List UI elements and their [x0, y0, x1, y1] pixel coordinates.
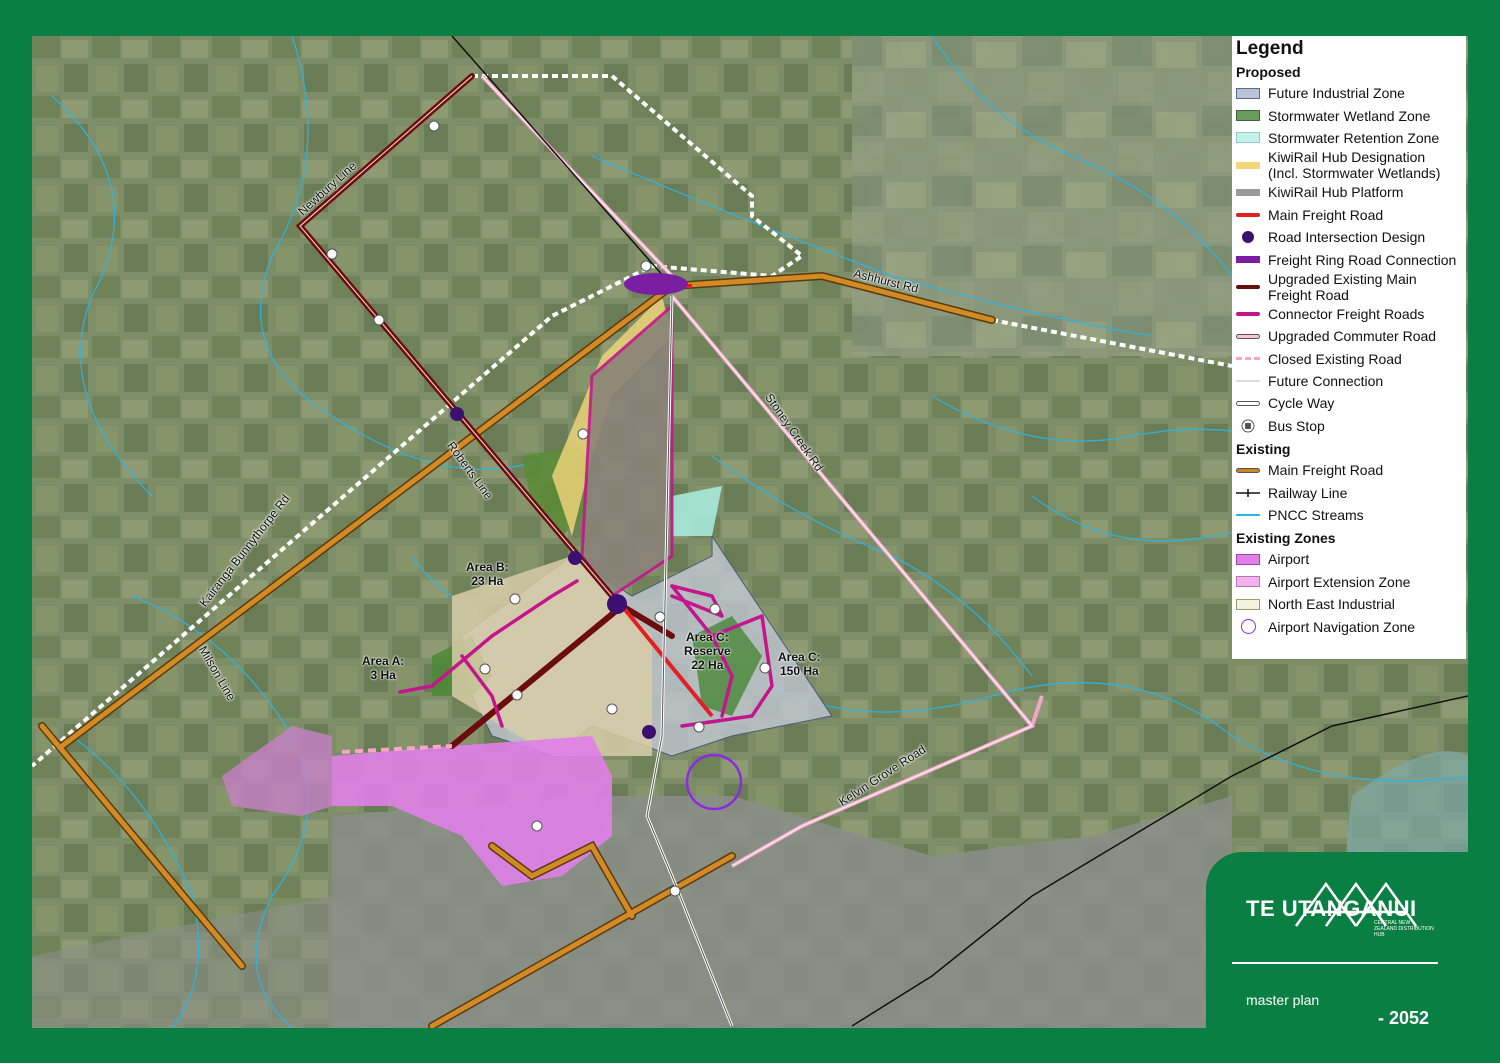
legend-item-label: Main Freight Road	[1268, 462, 1384, 479]
road-intersection-3	[607, 594, 627, 614]
legend-item-freight-ring-road-connection: Freight Ring Road Connection	[1236, 248, 1462, 270]
legend-item-label: Upgraded Commuter Road	[1268, 328, 1437, 345]
legend-item-label: Closed Existing Road	[1268, 350, 1402, 367]
area-c-reserve-label: Area C: Reserve 22 Ha	[684, 630, 731, 672]
existing-zones-legend-list: Airport Airport Extension Zone North East …	[1236, 548, 1462, 638]
freight-ring-road-connection	[624, 273, 688, 295]
legend-swatch-icon	[1236, 309, 1260, 319]
legend-item-bus-stop: Bus Stop	[1236, 415, 1462, 437]
legend-item-label: KiwiRail Hub Platform	[1268, 184, 1404, 201]
legend-swatch-icon	[1236, 210, 1260, 220]
legend-swatch-icon	[1236, 282, 1260, 292]
legend-swatch-icon	[1236, 465, 1260, 475]
road-intersection-2	[568, 551, 582, 565]
legend-item-label: KiwiRail Hub Designation (Incl. Stormwat…	[1268, 149, 1441, 182]
legend-item-pncc-streams: PNCC Streams	[1236, 504, 1462, 526]
legend-item-road-intersection-design: Road Intersection Design	[1236, 226, 1462, 248]
legend-item-label: Main Freight Road	[1268, 206, 1384, 223]
legend-item-closed-existing-road: Closed Existing Road	[1236, 348, 1462, 370]
legend-swatch-icon	[1236, 598, 1260, 610]
haze-overlay	[852, 36, 1232, 356]
legend-item-label: Airport Navigation Zone	[1268, 618, 1416, 635]
legend-item-label: Airport Extension Zone	[1268, 573, 1411, 590]
legend-item-label: Railway Line	[1268, 484, 1348, 501]
legend-swatch-icon	[1236, 160, 1260, 170]
legend-item-connector-freight-roads: Connector Freight Roads	[1236, 303, 1462, 325]
legend-item-upgraded-existing-main-freight-road: Upgraded Existing Main Freight Road	[1236, 271, 1462, 303]
legend-swatch-icon	[1236, 110, 1260, 122]
legend-item-future-industrial-zone: Future Industrial Zone	[1236, 82, 1462, 104]
road-intersection-4	[642, 725, 656, 739]
brand-subtitle: master plan	[1246, 992, 1320, 1008]
brand-divider	[1232, 962, 1438, 964]
legend-swatch-icon	[1236, 376, 1260, 386]
legend-item-stormwater-retention-zone: Stormwater Retention Zone	[1236, 127, 1462, 149]
legend-item-label: Stormwater Wetland Zone	[1268, 107, 1431, 124]
legend-item-label: Road Intersection Design	[1268, 229, 1426, 246]
brand-logo-text: TE UTANGANUI	[1246, 896, 1417, 921]
legend-item-label: Bus Stop	[1268, 417, 1325, 434]
legend-item-label: Future Connection	[1268, 373, 1384, 390]
legend-swatch-icon	[1236, 331, 1260, 341]
legend-section-proposed: Proposed	[1236, 64, 1301, 80]
legend-panel: Legend Proposed Future Industrial Zone St…	[1232, 36, 1466, 659]
legend-item-label: Cycle Way	[1268, 395, 1335, 412]
legend-item-stormwater-wetland-zone: Stormwater Wetland Zone	[1236, 104, 1462, 126]
legend-item-label: Freight Ring Road Connection	[1268, 251, 1457, 268]
legend-swatch-icon	[1236, 619, 1260, 635]
area-b-label: Area B: 23 Ha	[466, 560, 509, 588]
legend-item-main-freight-road: Main Freight Road	[1236, 204, 1462, 226]
legend-item-future-connection: Future Connection	[1236, 370, 1462, 392]
legend-item-kiwirail-hub-platform: KiwiRail Hub Platform	[1236, 181, 1462, 203]
legend-item-label: Upgraded Existing Main Freight Road	[1268, 270, 1417, 303]
legend-item-label: Future Industrial Zone	[1268, 85, 1405, 102]
legend-swatch-icon	[1236, 398, 1260, 408]
legend-swatch-icon	[1236, 187, 1260, 197]
legend-item-label: PNCC Streams	[1268, 507, 1364, 524]
legend-section-existing-zones: Existing Zones	[1236, 530, 1336, 547]
bus-icon	[1236, 419, 1260, 433]
legend-section-existing: Existing	[1236, 441, 1291, 458]
legend-swatch-icon	[1236, 255, 1260, 265]
legend-item-kiwirail-hub-designation-incl-stormwater-wetlands: KiwiRail Hub Designation (Incl. Stormwat…	[1236, 149, 1462, 181]
legend-swatch-icon	[1236, 553, 1260, 565]
legend-item-north-east-industrial: North East Industrial	[1236, 593, 1462, 615]
legend-item-upgraded-commuter-road: Upgraded Commuter Road	[1236, 325, 1462, 347]
legend-item-label: North East Industrial	[1268, 596, 1395, 613]
legend-swatch-icon	[1236, 510, 1260, 520]
brand-tagline: CENTRAL NEW ZEALAND DISTRIBUTION HUB	[1374, 920, 1434, 938]
legend-item-airport: Airport	[1236, 548, 1462, 570]
legend-swatch-icon	[1236, 87, 1260, 99]
area-a-label: Area A: 3 Ha	[362, 654, 405, 682]
legend-item-label: Connector Freight Roads	[1268, 305, 1425, 322]
legend-swatch-icon	[1236, 354, 1260, 364]
legend-swatch-icon	[1236, 576, 1260, 588]
area-c-label: Area C: 150 Ha	[778, 650, 821, 678]
legend-swatch-icon	[1236, 132, 1260, 144]
legend-item-cycle-way: Cycle Way	[1236, 392, 1462, 414]
legend-title: Legend	[1236, 38, 1304, 59]
road-intersection-1	[450, 407, 464, 421]
existing-legend-list: Main Freight Road Railway Line PNCC Stream…	[1236, 459, 1462, 526]
legend-item-airport-navigation-zone: Airport Navigation Zone	[1236, 615, 1462, 637]
legend-swatch-icon	[1236, 488, 1260, 498]
legend-item-railway-line: Railway Line	[1236, 481, 1462, 503]
brand-year: - 2052	[1378, 1008, 1430, 1028]
brand-panel: TE UTANGANUI CENTRAL NEW ZEALAND DISTRIB…	[1206, 852, 1500, 1063]
proposed-legend-list: Future Industrial Zone Stormwater Wetland…	[1236, 82, 1462, 437]
legend-item-main-freight-road: Main Freight Road	[1236, 459, 1462, 481]
legend-swatch-icon	[1236, 231, 1260, 244]
legend-item-label: Airport	[1268, 551, 1310, 568]
legend-item-label: Stormwater Retention Zone	[1268, 129, 1440, 146]
legend-item-airport-extension-zone: Airport Extension Zone	[1236, 571, 1462, 593]
